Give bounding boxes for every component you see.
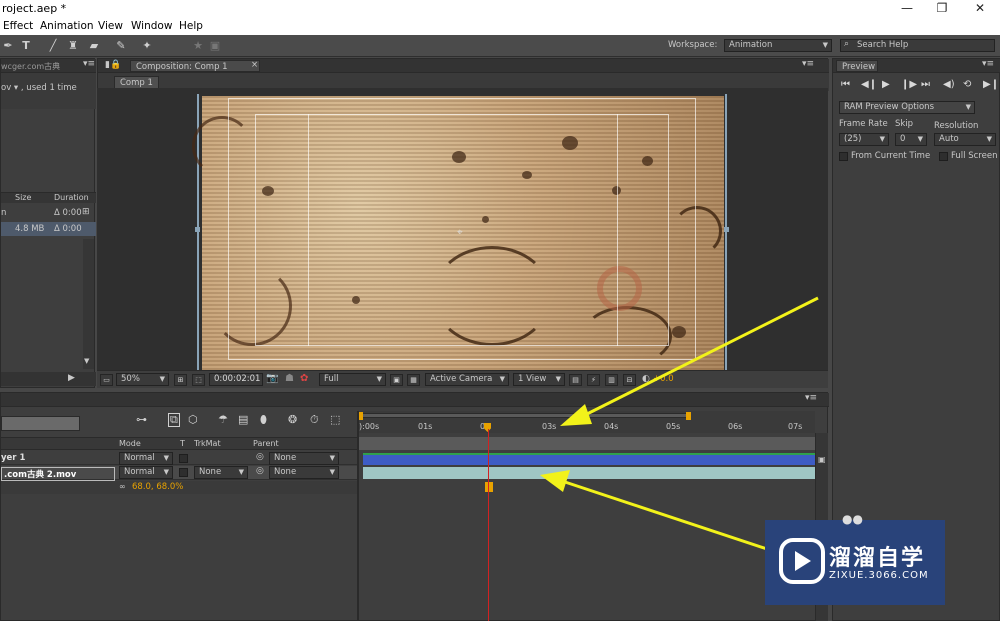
annotation-arrow-layer	[564, 480, 771, 552]
watermark-url: ZIXUE.3066.COM	[829, 570, 929, 581]
play-triangle-icon	[795, 551, 811, 571]
play-logo-icon	[779, 538, 825, 584]
watermark-logo: 溜溜自学 ZIXUE.3066.COM	[765, 520, 945, 605]
annotation-arrow-ruler	[584, 296, 819, 417]
arrowhead	[560, 404, 592, 426]
watermark-brand: 溜溜自学	[829, 546, 926, 571]
arrowhead	[540, 470, 570, 492]
mascot-eyes-icon: ●●	[842, 512, 863, 526]
